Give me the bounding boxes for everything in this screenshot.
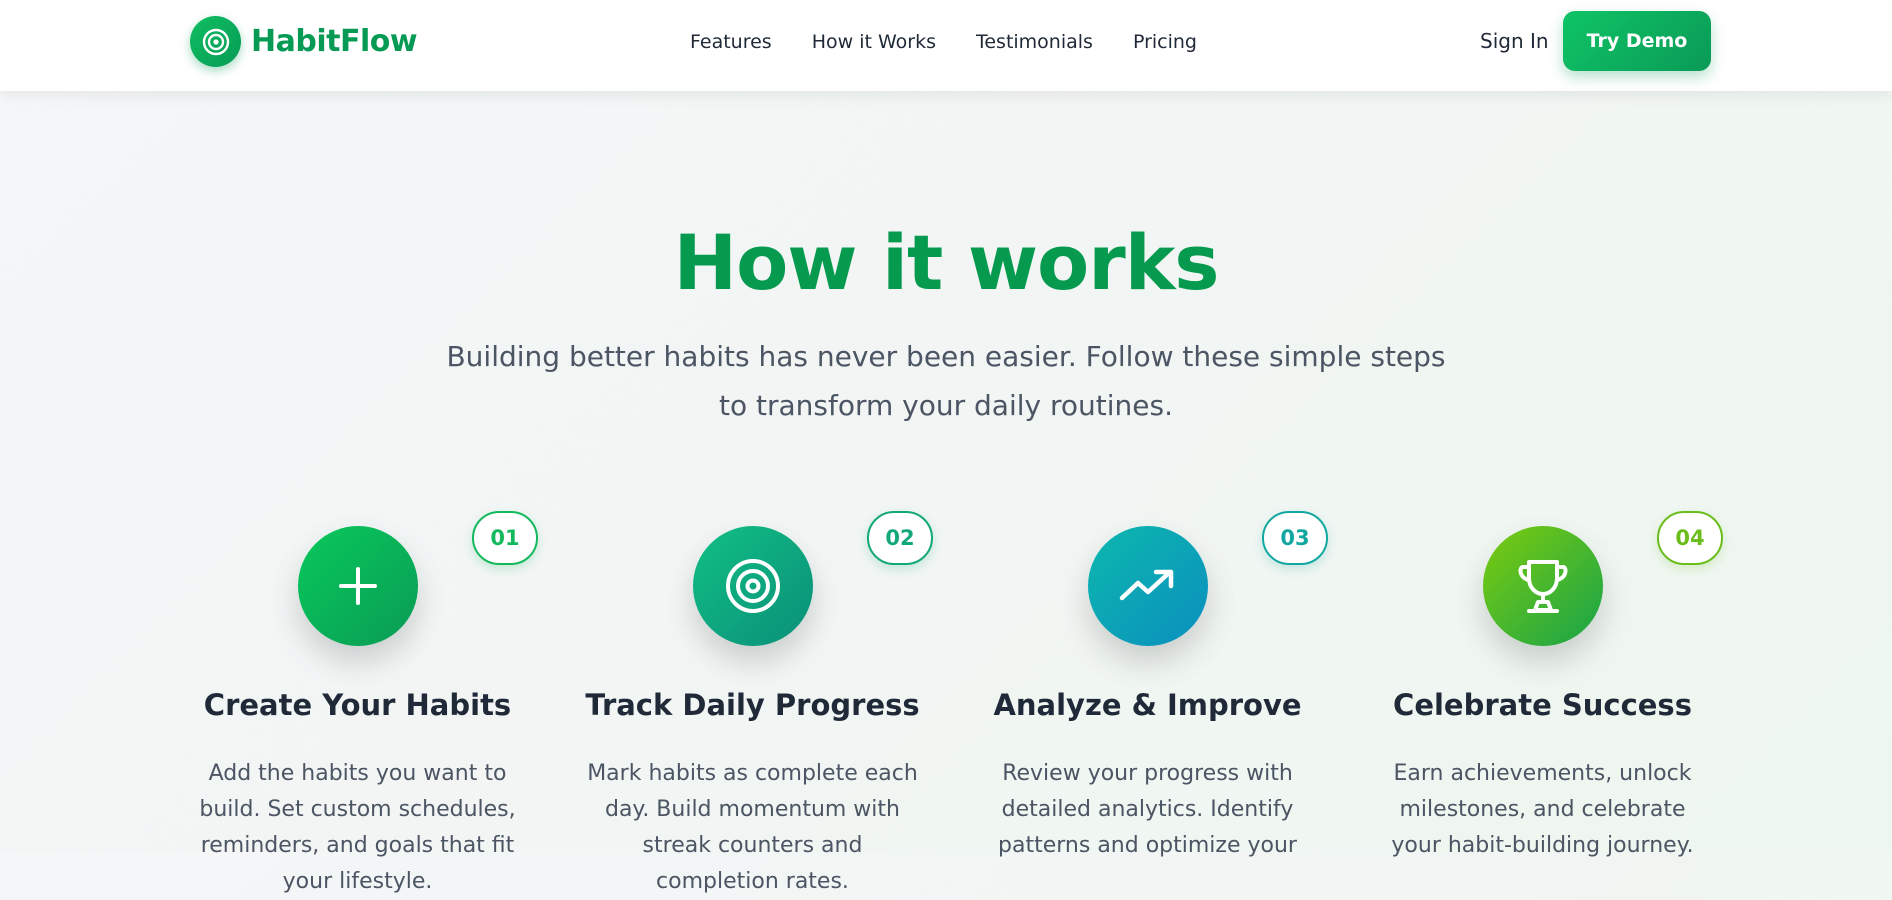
steps-grid: 01 Create Your Habits Add the habits you… bbox=[160, 508, 1740, 894]
nav-features[interactable]: Features bbox=[690, 31, 772, 53]
step-title: Celebrate Success bbox=[1393, 688, 1692, 722]
step-icon-circle bbox=[693, 526, 813, 646]
step-icon-circle bbox=[298, 526, 418, 646]
step-card: 02 Track Daily Progress Mark habits as c… bbox=[555, 508, 950, 894]
step-card: 01 Create Your Habits Add the habits you… bbox=[160, 508, 555, 894]
step-icon-circle bbox=[1088, 526, 1208, 646]
step-card: 03 Analyze & Improve Review your progres… bbox=[950, 508, 1345, 858]
try-demo-button[interactable]: Try Demo bbox=[1563, 11, 1711, 71]
step-description: Review your progress with detailed analy… bbox=[998, 761, 1297, 858]
step-title: Create Your Habits bbox=[203, 688, 512, 722]
site-header: HabitFlow Features How it Works Testimon… bbox=[0, 0, 1892, 91]
step-description: Earn achievements, unlock milestones, an… bbox=[1391, 761, 1694, 858]
nav-how-it-works[interactable]: How it Works bbox=[812, 31, 936, 53]
step-icon-circle bbox=[1483, 526, 1603, 646]
step-description: Add the habits you want to build. Set cu… bbox=[199, 761, 516, 894]
nav-pricing[interactable]: Pricing bbox=[1133, 31, 1197, 53]
main-nav: Features How it Works Testimonials Prici… bbox=[690, 0, 1237, 84]
target-icon bbox=[726, 559, 780, 613]
step-title: Analyze & Improve bbox=[993, 688, 1302, 722]
nav-testimonials[interactable]: Testimonials bbox=[976, 31, 1093, 53]
brand-name: HabitFlow bbox=[251, 24, 418, 59]
trophy-icon bbox=[1518, 560, 1568, 613]
section-title: How it works bbox=[673, 218, 1219, 307]
step-card: 04 Celebrate Success Earn achievements, … bbox=[1345, 508, 1740, 858]
step-number-badge: 01 bbox=[472, 511, 538, 565]
brand-logo[interactable]: HabitFlow bbox=[190, 16, 418, 67]
plus-icon bbox=[339, 567, 377, 605]
trending-up-icon bbox=[1119, 569, 1174, 601]
step-description: Mark habits as complete each day. Build … bbox=[587, 761, 918, 894]
sign-in-link[interactable]: Sign In bbox=[1480, 29, 1549, 53]
section-subtitle: Building better habits has never been ea… bbox=[446, 340, 1446, 422]
step-number-badge: 04 bbox=[1657, 511, 1723, 565]
step-title: Track Daily Progress bbox=[585, 688, 920, 722]
step-number-badge: 02 bbox=[867, 511, 933, 565]
step-number-badge: 03 bbox=[1262, 511, 1328, 565]
target-icon bbox=[190, 16, 241, 67]
